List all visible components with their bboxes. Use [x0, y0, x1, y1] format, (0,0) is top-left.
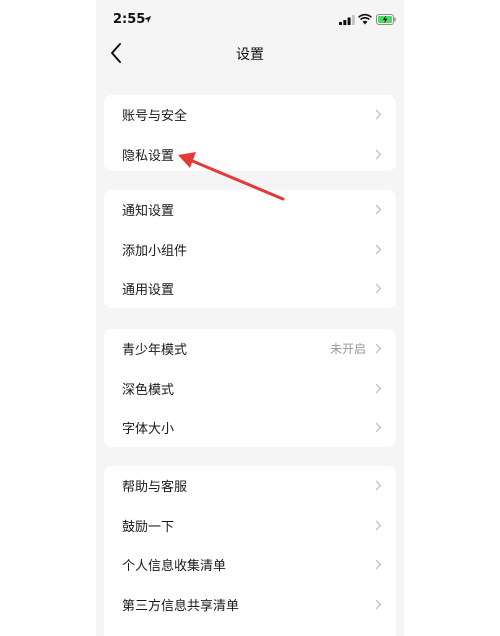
phone-screen: 2:55 设置 账号与安全 隐私设置 通知设置 添加小组件 通用设置 青少年模式… [96, 0, 404, 636]
setting-label: 隐私设置 [122, 148, 175, 164]
chevron-right-icon [375, 204, 382, 215]
chevron-right-icon [375, 559, 382, 570]
setting-row-notifications[interactable]: 通知设置 [104, 190, 396, 230]
setting-status-value: 未开启 [329, 342, 366, 356]
setting-row-privacy[interactable]: 隐私设置 [104, 135, 396, 175]
setting-row-encourage[interactable]: 鼓励一下 [104, 506, 396, 546]
chevron-right-icon [375, 343, 382, 354]
chevron-right-icon [375, 149, 382, 159]
cellular-signal-icon [339, 15, 355, 25]
battery-charging-icon [376, 14, 396, 25]
chevron-right-icon [375, 520, 382, 530]
wifi-icon [358, 13, 372, 25]
setting-label: 通用设置 [122, 283, 175, 298]
chevron-right-icon [375, 109, 382, 120]
setting-label: 个人信息收集清单 [122, 559, 227, 574]
status-time: 2:55 [113, 12, 146, 27]
setting-row-font-size[interactable]: 字体大小 [104, 408, 396, 448]
setting-row-third-party-sharing-list[interactable]: 第三方信息共享清单 [104, 585, 396, 625]
settings-group-account: 账号与安全 隐私设置 [104, 95, 396, 171]
setting-row-dark-mode[interactable]: 深色模式 [104, 369, 396, 409]
setting-label: 第三方信息共享清单 [122, 598, 240, 614]
chevron-right-icon [375, 480, 382, 491]
settings-group-general: 通知设置 添加小组件 通用设置 [104, 190, 396, 308]
setting-label: 字体大小 [122, 422, 175, 437]
setting-label: 添加小组件 [122, 243, 188, 259]
setting-label: 通知设置 [122, 204, 175, 219]
setting-label: 深色模式 [122, 382, 175, 398]
setting-label: 账号与安全 [122, 109, 188, 124]
setting-row-help-support[interactable]: 帮助与客服 [104, 466, 396, 506]
navigation-bar: 设置 [96, 32, 404, 76]
setting-row-teen-mode[interactable]: 青少年模式 未开启 [104, 329, 396, 369]
chevron-right-icon [375, 422, 382, 433]
setting-label: 帮助与客服 [122, 480, 188, 495]
setting-row-account-security[interactable]: 账号与安全 [104, 95, 396, 135]
setting-label: 鼓励一下 [122, 519, 175, 535]
settings-group-help: 帮助与客服 鼓励一下 个人信息收集清单 第三方信息共享清单 [104, 466, 396, 636]
chevron-right-icon [375, 383, 382, 393]
setting-row-add-widget[interactable]: 添加小组件 [104, 230, 396, 270]
setting-row-general[interactable]: 通用设置 [104, 269, 396, 309]
settings-group-display: 青少年模式 未开启 深色模式 字体大小 [104, 329, 396, 447]
location-arrow-icon [143, 15, 152, 24]
page-title: 设置 [236, 47, 264, 63]
setting-row-personal-info-list[interactable]: 个人信息收集清单 [104, 545, 396, 585]
chevron-right-icon [375, 244, 382, 254]
chevron-right-icon [375, 283, 382, 294]
chevron-right-icon [375, 599, 382, 609]
setting-label: 青少年模式 [122, 343, 188, 358]
